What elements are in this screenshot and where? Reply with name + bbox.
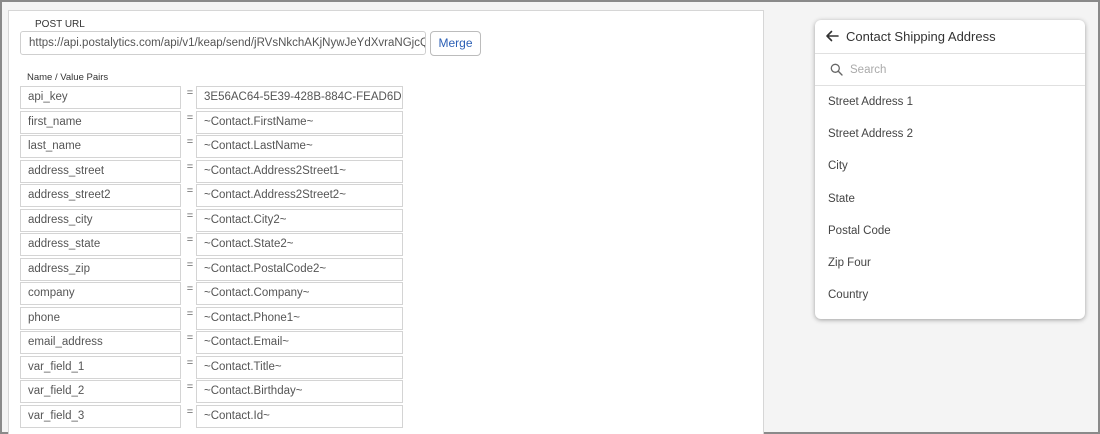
pair-value-input[interactable]: ~Contact.Address2Street1~ [196,159,403,183]
pair-row: address_street2 = ~Contact.Address2Street2… [20,184,410,208]
pair-separator: = [186,332,194,344]
pair-key-input[interactable]: var_field_2 [20,380,181,403]
pair-separator: = [186,283,194,295]
pair-value-input[interactable]: ~Contact.Company~ [196,282,403,305]
dropdown-title: Contact Shipping Address [846,29,996,44]
dropdown-item[interactable]: Postal Code [815,216,1085,246]
pair-key-input[interactable]: address_street2 [20,184,181,207]
pair-separator: = [186,307,194,320]
pair-separator: = [186,160,194,173]
pair-separator: = [186,258,194,271]
pair-separator: = [186,356,194,369]
pair-separator: = [186,185,194,197]
pair-separator: = [186,209,194,222]
dropdown-item[interactable]: City [815,151,1085,181]
pair-value-input[interactable]: ~Contact.Title~ [196,355,403,379]
pair-separator: = [186,405,194,418]
pair-separator: = [186,234,194,246]
post-url-label: POST URL [35,19,85,30]
dropdown-item[interactable]: State [815,184,1085,214]
dropdown-item[interactable]: Zip Four [815,248,1085,278]
dropdown-item[interactable]: Street Address 2 [815,119,1085,149]
pair-row: address_city = ~Contact.City2~ [20,208,410,233]
webhook-panel: POST URL https://api.postalytics.com/api… [8,10,764,434]
name-value-pairs-label: Name / Value Pairs [27,72,109,83]
search-input[interactable] [850,60,1070,80]
post-url-input[interactable]: https://api.postalytics.com/api/v1/keap/… [20,31,426,55]
window-frame: POST URL https://api.postalytics.com/api… [0,0,1100,434]
pair-key-input[interactable]: var_field_3 [20,404,181,428]
pair-row: phone = ~Contact.Phone1~ [20,306,410,331]
dropdown-item[interactable]: Street Address 1 [815,87,1085,117]
dropdown-search [815,54,1085,86]
pair-value-input[interactable]: ~Contact.State2~ [196,233,403,256]
pair-row: var_field_3 = ~Contact.Id~ [20,404,410,429]
pair-separator: = [186,136,194,148]
pair-key-input[interactable]: email_address [20,331,181,354]
pair-row: company = ~Contact.Company~ [20,282,410,306]
pair-value-input[interactable]: ~Contact.FirstName~ [196,110,403,134]
merge-field-dropdown: Contact Shipping Address Street Address … [815,20,1085,319]
pair-row: api_key = 3E56AC64-5E39-428B-884C-FEAD6DF3 [20,86,410,110]
pair-row: email_address = ~Contact.Email~ [20,331,410,355]
dropdown-item[interactable]: Country [815,280,1085,310]
pair-value-input[interactable]: ~Contact.City2~ [196,208,403,232]
pair-row: var_field_1 = ~Contact.Title~ [20,355,410,380]
pair-value-input[interactable]: ~Contact.LastName~ [196,135,403,158]
merge-button[interactable]: Merge [430,31,481,56]
pair-value-input[interactable]: ~Contact.Address2Street2~ [196,184,403,207]
pair-row: last_name = ~Contact.LastName~ [20,135,410,159]
pair-key-input[interactable]: address_street [20,159,181,183]
pair-key-input[interactable]: first_name [20,110,181,134]
pair-row: first_name = ~Contact.FirstName~ [20,110,410,135]
pair-key-input[interactable]: phone [20,306,181,330]
pair-key-input[interactable]: address_city [20,208,181,232]
pair-value-input[interactable]: ~Contact.Phone1~ [196,306,403,330]
pair-value-input[interactable]: ~Contact.Id~ [196,404,403,428]
pair-value-input[interactable]: ~Contact.Email~ [196,331,403,354]
pair-row: address_street = ~Contact.Address2Street1~ [20,159,410,184]
pair-separator: = [186,87,194,99]
pair-row: address_state = ~Contact.State2~ [20,233,410,257]
pair-key-input[interactable]: last_name [20,135,181,158]
pair-row: var_field_2 = ~Contact.Birthday~ [20,380,410,404]
pair-key-input[interactable]: api_key [20,86,181,109]
dropdown-header: Contact Shipping Address [815,20,1085,54]
pair-key-input[interactable]: address_zip [20,257,181,281]
pair-row: address_zip = ~Contact.PostalCode2~ [20,257,410,282]
pair-value-input[interactable]: ~Contact.Birthday~ [196,380,403,403]
pair-value-input[interactable]: ~Contact.PostalCode2~ [196,257,403,281]
arrow-left-icon[interactable] [824,28,840,44]
search-icon [830,63,843,76]
pair-key-input[interactable]: var_field_1 [20,355,181,379]
pair-separator: = [186,111,194,124]
pair-key-input[interactable]: company [20,282,181,305]
pair-value-input[interactable]: 3E56AC64-5E39-428B-884C-FEAD6DF3 [196,86,403,109]
pair-key-input[interactable]: address_state [20,233,181,256]
pair-separator: = [186,381,194,393]
